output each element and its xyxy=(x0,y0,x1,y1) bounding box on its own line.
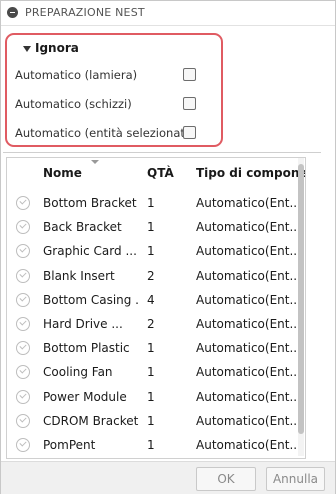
cell-qty: 1 xyxy=(147,365,155,380)
table-row[interactable]: Bottom Bracket 1 Automatico(Ent... xyxy=(7,191,297,215)
cell-qty: 1 xyxy=(147,413,155,428)
cell-type: Automatico(Ent... xyxy=(196,244,296,259)
cell-qty: 1 xyxy=(147,389,155,404)
ok-button[interactable]: OK xyxy=(196,467,256,491)
cell-name: Bottom Plastic xyxy=(43,341,130,356)
option-row-sketches: Automatico (schizzi) xyxy=(15,95,215,115)
check-circle-icon xyxy=(16,365,30,380)
collapse-circle-icon[interactable] xyxy=(7,7,18,18)
checkbox-sketches[interactable] xyxy=(183,97,196,110)
triangle-down-icon[interactable] xyxy=(23,46,31,52)
table-body: Bottom Bracket 1 Automatico(Ent... Back Bra… xyxy=(7,191,297,457)
nest-preparation-dialog: PREPARAZIONE NEST Ignora Automatico (lam… xyxy=(0,0,336,494)
cell-name: Graphic Card ... xyxy=(43,244,137,259)
cell-name: Cooling Fan xyxy=(43,365,113,380)
cell-name: Back Bracket xyxy=(43,220,122,235)
check-circle-icon xyxy=(16,316,30,331)
table-row[interactable]: Power Module 1 Automatico(Ent... xyxy=(7,385,297,409)
cell-name: Bottom Bracket xyxy=(43,196,137,210)
cell-type: Automatico(Ent... xyxy=(196,341,296,356)
table-row[interactable]: Hard Drive ... 2 Automatico(Ent... xyxy=(7,312,297,336)
table-row[interactable]: Back Bracket 1 Automatico(Ent... xyxy=(7,215,297,239)
cell-qty: 1 xyxy=(147,341,155,356)
cell-name: Blank Insert xyxy=(43,268,115,283)
check-circle-icon xyxy=(16,244,30,259)
cell-name: PomPent xyxy=(43,437,96,452)
check-circle-icon xyxy=(16,268,30,283)
check-circle-icon xyxy=(16,292,30,307)
table-row[interactable]: Blank Insert 2 Automatico(Ent... xyxy=(7,264,297,288)
table-row[interactable]: Graphic Card ... 1 Automatico(Ent... xyxy=(7,239,297,263)
dialog-titlebar: PREPARAZIONE NEST xyxy=(1,1,335,26)
scrollbar-thumb[interactable] xyxy=(298,164,304,434)
ignore-section-title: Ignora xyxy=(35,41,79,55)
cell-type: Automatico(Ent... xyxy=(196,292,296,307)
cell-type: Automatico(Ent... xyxy=(196,365,296,380)
cancel-button[interactable]: Annulla xyxy=(266,467,325,491)
option-label: Automatico (lamiera) xyxy=(15,68,138,82)
option-label: Automatico (schizzi) xyxy=(15,97,132,111)
cell-qty: 4 xyxy=(147,292,155,307)
sort-indicator-icon xyxy=(91,160,99,164)
checkbox-selected-entities[interactable] xyxy=(183,126,196,139)
ignore-section: Ignora Automatico (lamiera) Automatico (… xyxy=(5,33,223,147)
option-row-sheet-metal: Automatico (lamiera) xyxy=(15,66,215,86)
table-row[interactable]: Bottom Casing ... 4 Automatico(Ent... xyxy=(7,288,297,312)
check-circle-icon xyxy=(16,220,30,235)
table-row[interactable]: Bottom Plastic 1 Automatico(Ent... xyxy=(7,336,297,360)
cell-qty: 1 xyxy=(147,220,155,235)
dialog-title: PREPARAZIONE NEST xyxy=(25,6,145,19)
table-row[interactable]: CDROM Bracket ... 1 Automatico(Ent... xyxy=(7,409,297,433)
check-circle-icon xyxy=(16,413,30,428)
section-divider xyxy=(3,152,321,153)
cell-type: Automatico(Ent... xyxy=(196,437,296,452)
checkbox-sheet-metal[interactable] xyxy=(183,68,196,81)
cell-name: CDROM Bracket ... xyxy=(43,413,139,428)
cell-name: Power Module xyxy=(43,389,127,404)
cell-qty: 1 xyxy=(147,244,155,259)
cell-qty: 1 xyxy=(147,437,155,452)
vertical-scrollbar[interactable] xyxy=(298,158,304,456)
cell-type: Automatico(Ent... xyxy=(196,268,296,283)
cell-qty: 2 xyxy=(147,316,155,331)
dialog-footer: OK Annulla xyxy=(1,461,335,494)
check-circle-icon xyxy=(16,389,30,404)
cell-type: Automatico(Ent... xyxy=(196,389,296,404)
cell-name: Hard Drive ... xyxy=(43,316,123,331)
components-table: Nome QTÀ Tipo di componen Bottom Bracket… xyxy=(6,157,306,459)
option-label: Automatico (entità selezionate) xyxy=(15,126,197,140)
cell-type: Automatico(Ent... xyxy=(196,220,296,235)
check-circle-icon xyxy=(16,341,30,356)
column-header-name[interactable]: Nome xyxy=(43,166,82,180)
cell-qty: 1 xyxy=(147,196,155,210)
cell-type: Automatico(Ent... xyxy=(196,413,296,428)
column-header-qty[interactable]: QTÀ xyxy=(147,166,174,180)
table-row[interactable]: Cooling Fan 1 Automatico(Ent... xyxy=(7,360,297,384)
table-row[interactable]: PomPent 1 Automatico(Ent... xyxy=(7,433,297,457)
check-circle-icon xyxy=(16,437,30,452)
option-row-selected-entities: Automatico (entità selezionate) xyxy=(15,124,215,144)
column-header-type[interactable]: Tipo di componen xyxy=(196,166,305,180)
cell-type: Automatico(Ent... xyxy=(196,316,296,331)
table-header: Nome QTÀ Tipo di componen xyxy=(7,158,305,184)
cell-type: Automatico(Ent... xyxy=(196,196,296,210)
cell-qty: 2 xyxy=(147,268,155,283)
check-circle-icon xyxy=(16,196,30,210)
cell-name: Bottom Casing ... xyxy=(43,292,139,307)
